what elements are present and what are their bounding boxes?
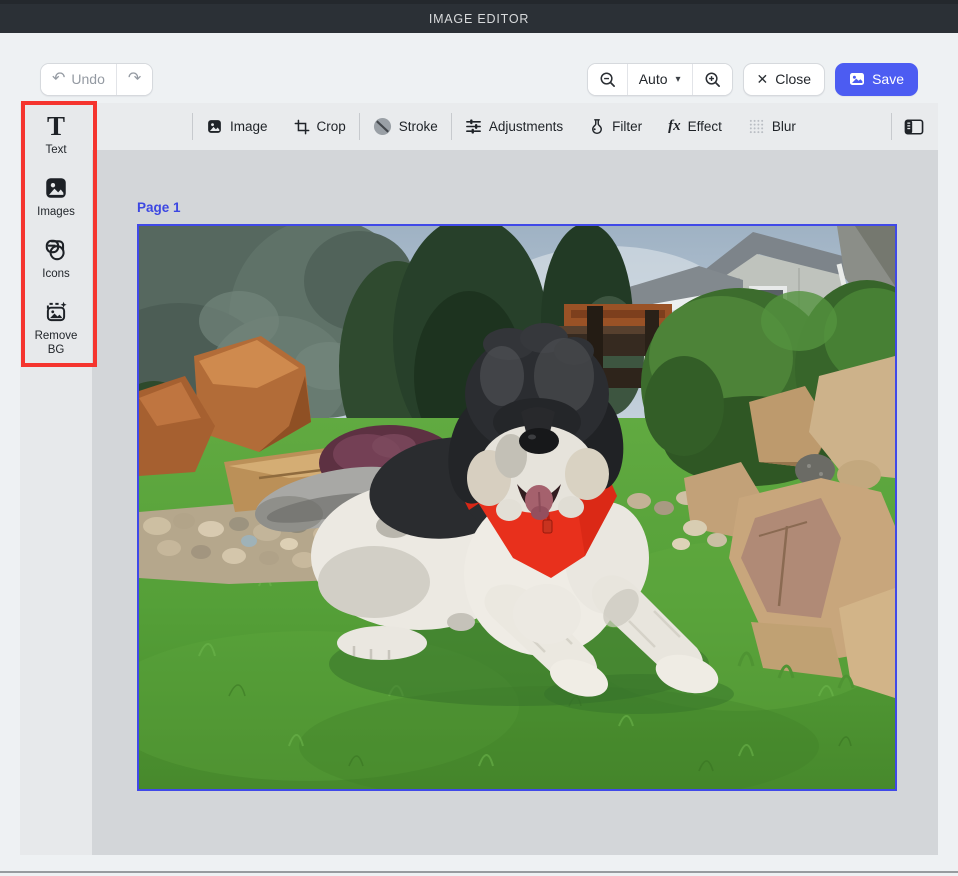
photo-dog-in-yard <box>139 226 895 789</box>
save-label: Save <box>872 71 904 87</box>
format-item-filter[interactable]: Filter <box>576 118 655 135</box>
main-toolbar: ↶ Undo ↷ Auto ▾ <box>40 62 918 96</box>
redo-button[interactable]: ↷ <box>116 64 152 95</box>
filter-flask-icon <box>589 118 605 135</box>
sidebar-item-label: Images <box>28 205 84 219</box>
image-editor-window: IMAGE EDITOR ↶ Undo ↷ <box>0 0 958 876</box>
sidebar-item-label: Text <box>28 143 84 157</box>
history-button-group: ↶ Undo ↷ <box>40 63 153 96</box>
format-item-label: Crop <box>317 119 346 134</box>
format-item-effect[interactable]: fx Effect <box>655 118 735 135</box>
remove-bg-tool-icon <box>43 299 69 325</box>
toolbar-right-controls: Auto ▾ ✕ Close <box>587 63 918 96</box>
format-item-label: Blur <box>772 119 796 134</box>
tools-sidebar: T Text Images Icons <box>20 103 92 855</box>
format-item-adjustments[interactable]: Adjustments <box>452 118 576 135</box>
side-panel-icon <box>904 118 924 136</box>
close-label: Close <box>775 71 811 87</box>
redo-icon: ↷ <box>128 71 141 87</box>
window-titlebar: IMAGE EDITOR <box>0 0 958 33</box>
format-item-label: Filter <box>612 119 642 134</box>
undo-button[interactable]: ↶ Undo <box>41 64 116 95</box>
undo-label: Undo <box>71 71 104 87</box>
text-tool-icon: T <box>47 113 65 139</box>
selected-image-object[interactable] <box>137 224 897 791</box>
zoom-button-group: Auto ▾ <box>587 63 733 96</box>
chevron-down-icon: ▾ <box>676 74 681 85</box>
zoom-level-select[interactable]: Auto ▾ <box>627 64 692 95</box>
image-icon <box>206 118 223 135</box>
adjustments-icon <box>465 118 482 135</box>
sidebar-item-icons[interactable]: Icons <box>20 237 92 281</box>
sidebar-item-remove-bg[interactable]: Remove BG <box>20 299 92 358</box>
close-icon: ✕ <box>757 71 769 88</box>
page-label[interactable]: Page 1 <box>137 200 181 215</box>
format-item-label: Image <box>230 119 268 134</box>
format-item-label: Adjustments <box>489 119 563 134</box>
window-title: IMAGE EDITOR <box>429 12 529 26</box>
format-bar: Image Crop Stroke <box>92 103 938 150</box>
zoom-in-button[interactable] <box>692 64 732 95</box>
toggle-side-panel-button[interactable] <box>892 118 938 136</box>
sidebar-item-text[interactable]: T Text <box>20 113 92 157</box>
zoom-level-value: Auto <box>639 71 668 87</box>
format-item-image[interactable]: Image <box>193 118 281 135</box>
format-item-label: Stroke <box>399 119 438 134</box>
sidebar-item-label: Icons <box>28 267 84 281</box>
close-button[interactable]: ✕ Close <box>743 63 826 96</box>
undo-icon: ↶ <box>52 71 65 87</box>
zoom-out-icon <box>599 71 616 88</box>
save-image-icon <box>849 71 865 87</box>
format-item-label: Effect <box>688 119 722 134</box>
blur-icon <box>748 118 765 135</box>
zoom-out-button[interactable] <box>588 64 627 95</box>
images-tool-icon <box>43 175 69 201</box>
stroke-none-icon <box>373 117 392 136</box>
zoom-in-icon <box>704 71 721 88</box>
format-item-blur[interactable]: Blur <box>735 118 809 135</box>
canvas-area[interactable]: Page 1 <box>92 150 938 855</box>
sidebar-item-label: Remove BG <box>28 329 84 358</box>
sidebar-item-images[interactable]: Images <box>20 175 92 219</box>
format-item-stroke[interactable]: Stroke <box>360 117 451 136</box>
icons-tool-icon <box>43 237 69 263</box>
crop-icon <box>294 119 310 135</box>
format-item-crop[interactable]: Crop <box>281 119 359 135</box>
window-bottom-edge <box>0 871 958 873</box>
effect-fx-icon: fx <box>668 118 681 135</box>
save-button[interactable]: Save <box>835 63 918 96</box>
